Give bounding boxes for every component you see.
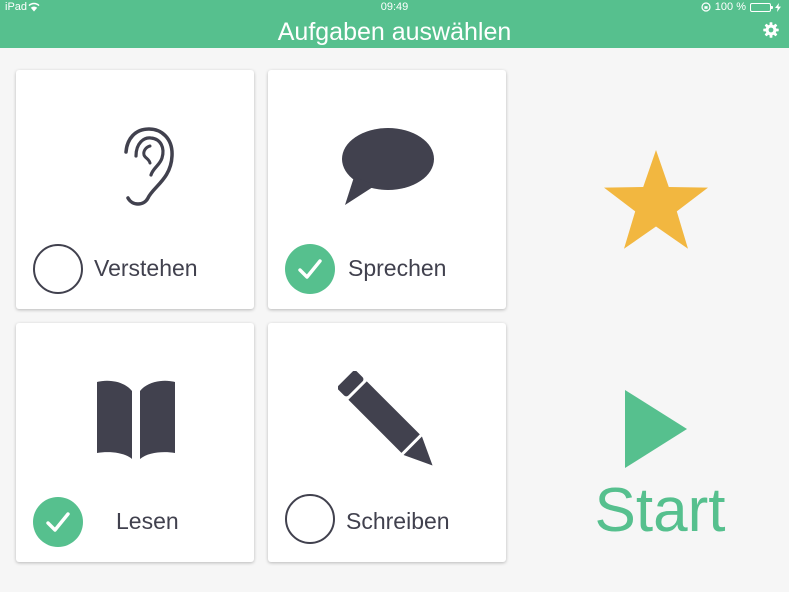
battery-percent: 100 %: [714, 1, 746, 13]
orientation-lock-icon: [701, 2, 711, 12]
status-bar: iPad 09:49 100 %: [0, 0, 789, 16]
star-icon[interactable]: [602, 149, 710, 249]
checkbox-lesen[interactable]: [33, 497, 83, 547]
task-card-lesen[interactable]: Lesen: [16, 323, 254, 562]
checkmark-icon: [298, 259, 322, 279]
task-label-schreiben: Schreiben: [346, 508, 450, 534]
task-label-lesen: Lesen: [116, 508, 179, 534]
play-icon: [625, 390, 687, 468]
start-button[interactable]: Start: [580, 388, 740, 548]
task-card-sprechen[interactable]: Sprechen: [268, 70, 506, 309]
status-right: 100 %: [701, 1, 781, 13]
task-card-verstehen[interactable]: Verstehen: [16, 70, 254, 309]
speech-bubble-icon: [342, 128, 434, 205]
task-label-sprechen: Sprechen: [348, 255, 447, 281]
gear-icon[interactable]: [763, 22, 779, 38]
checkbox-sprechen[interactable]: [285, 244, 335, 294]
task-label-verstehen: Verstehen: [94, 255, 198, 281]
header-bar: iPad 09:49 100 % Aufgaben auswählen: [0, 0, 789, 48]
task-card-schreiben[interactable]: Schreiben: [268, 323, 506, 562]
status-time: 09:49: [380, 1, 409, 13]
checkmark-icon: [46, 512, 70, 532]
book-icon: [97, 380, 175, 459]
page-title: Aufgaben auswählen: [277, 18, 512, 46]
ear-icon: [124, 127, 174, 206]
charging-icon: [775, 2, 781, 12]
pencil-icon: [338, 371, 433, 466]
checkbox-verstehen[interactable]: [33, 244, 83, 294]
battery-icon: [750, 2, 773, 12]
checkbox-schreiben[interactable]: [285, 494, 335, 544]
start-label: Start: [594, 476, 726, 545]
